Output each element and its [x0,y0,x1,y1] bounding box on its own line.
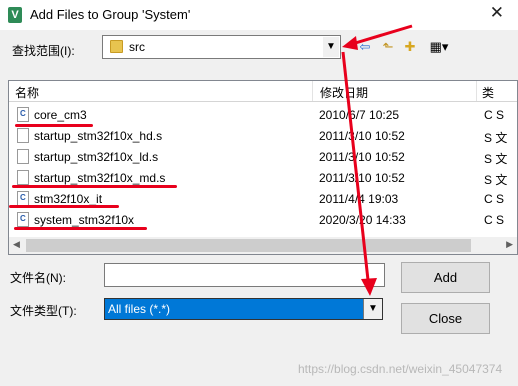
annotation-arrowhead [342,36,358,50]
annotation-arrowhead [361,278,377,296]
annotation-arrows [341,24,413,296]
annotation-arrow-line [341,51,370,281]
annotation-arrow-line [351,24,413,46]
